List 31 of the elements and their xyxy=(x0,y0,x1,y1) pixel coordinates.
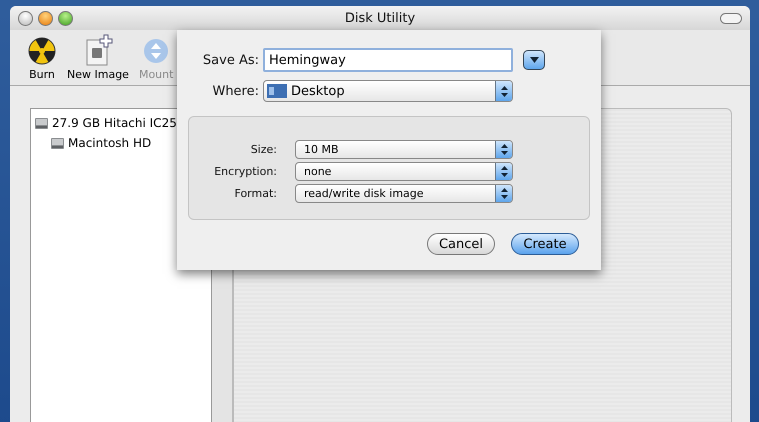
stepper-icon xyxy=(495,185,512,202)
location-dropdown[interactable]: Desktop xyxy=(263,80,513,102)
stepper-icon xyxy=(495,81,512,101)
field-label: Save As: xyxy=(202,52,259,68)
triangle-icon xyxy=(530,57,538,63)
folder-icon xyxy=(267,84,287,98)
option-label: Size: xyxy=(250,143,277,156)
expand-button[interactable] xyxy=(523,50,545,70)
stepper-icon xyxy=(495,163,512,180)
sidebar-item[interactable]: 27.9 GB Hitachi IC25 xyxy=(34,113,208,133)
option-label: Encryption: xyxy=(213,165,277,178)
close-button[interactable] xyxy=(18,10,33,26)
radiation-icon xyxy=(27,36,57,66)
toolbar-button[interactable]: Burn xyxy=(24,36,60,85)
hard-drive-icon xyxy=(34,116,49,130)
option-dropdown[interactable]: none xyxy=(295,162,513,181)
minimize-button[interactable] xyxy=(38,10,53,26)
sidebar-item[interactable]: Macintosh HD xyxy=(50,133,208,153)
field-label: Where: xyxy=(211,84,259,98)
toolbar-button[interactable]: New Image xyxy=(64,34,132,85)
option-dropdown[interactable]: read/write disk image xyxy=(295,184,513,203)
dialog-button[interactable]: Create xyxy=(511,233,579,255)
save-as-field[interactable]: Hemingway xyxy=(263,48,513,72)
option-label: Format: xyxy=(234,187,277,200)
window-title: Disk Utility xyxy=(344,10,416,26)
stepper-icon xyxy=(495,141,512,158)
hard-drive-icon xyxy=(50,136,65,150)
zoom-button[interactable] xyxy=(58,10,73,26)
option-dropdown[interactable]: 10 MB xyxy=(295,140,513,159)
toolbar-toggle-button[interactable] xyxy=(720,12,742,24)
dialog-button[interactable]: Cancel xyxy=(427,233,495,255)
